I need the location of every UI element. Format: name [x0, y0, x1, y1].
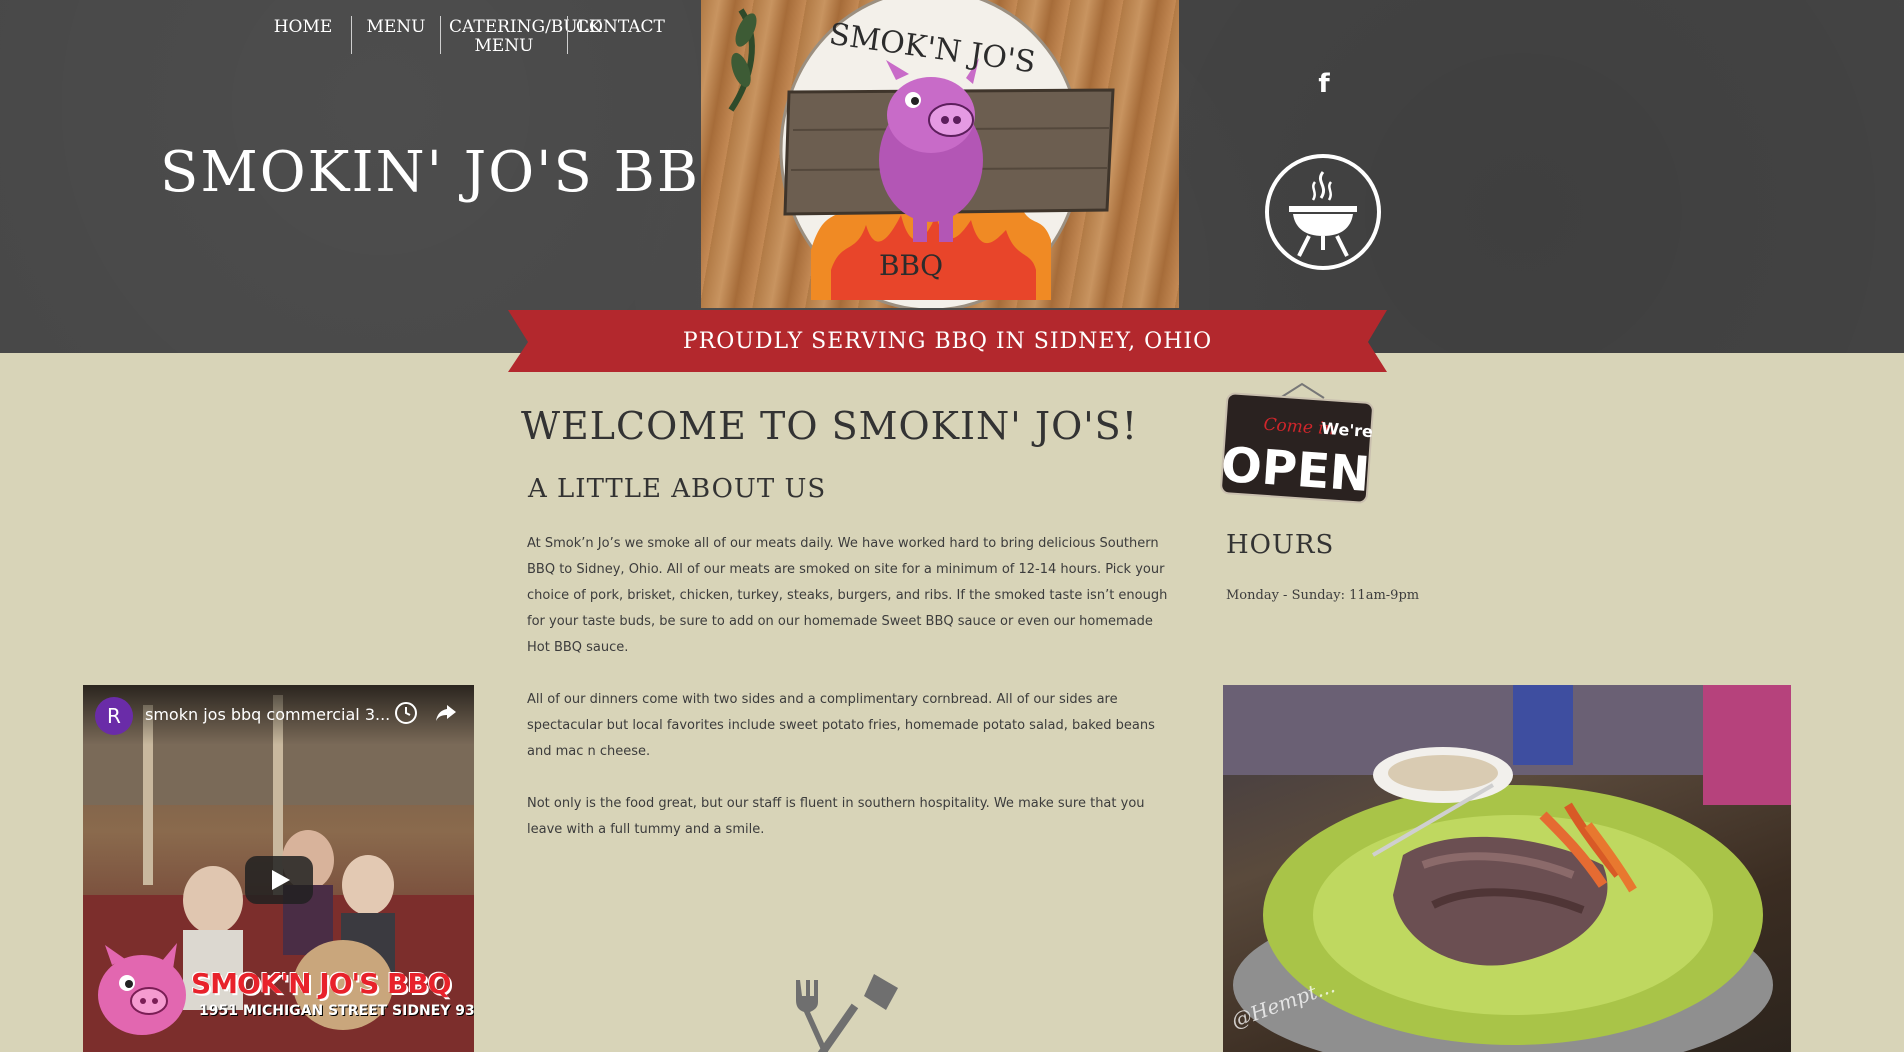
svg-text:OPEN: OPEN	[1220, 437, 1372, 503]
hours-heading: HOURS	[1226, 530, 1335, 560]
site-header: HOME MENU CATERING/BULK MENU CONTACT SMO…	[0, 0, 1904, 353]
nav-home[interactable]: HOME	[255, 16, 351, 54]
about-heading: A LITTLE ABOUT US	[528, 474, 827, 504]
about-paragraph: All of our dinners come with two sides a…	[527, 692, 1155, 759]
utensils-icon	[796, 974, 898, 1052]
nav-contact[interactable]: CONTACT	[568, 16, 670, 54]
about-paragraph: At Smok’n Jo’s we smoke all of our meats…	[527, 536, 1168, 655]
about-paragraph: Not only is the food great, but our staf…	[527, 796, 1145, 837]
banner-text: PROUDLY SERVING BBQ IN SIDNEY, OHIO	[682, 329, 1213, 354]
nav-menu[interactable]: MENU	[352, 16, 440, 54]
video-title[interactable]: smokn jos bbq commercial 3...	[145, 705, 390, 724]
grill-logo-icon	[1265, 154, 1381, 270]
video-player[interactable]: R smokn jos bbq commercial 3... SMOK'N J…	[83, 685, 474, 1052]
channel-avatar[interactable]: R	[95, 697, 133, 735]
svg-text:BBQ: BBQ	[879, 249, 943, 282]
open-sign-image: Come in We're OPEN	[1220, 382, 1374, 504]
video-brand-text: SMOK'N JO'S BBQ	[191, 967, 451, 1000]
nav-catering-bulk-menu[interactable]: CATERING/BULK MENU	[441, 16, 602, 58]
site-title: SMOKIN' JO'S BBQ	[160, 140, 748, 205]
hours-text: Monday - Sunday: 11am-9pm	[1226, 588, 1420, 603]
restaurant-sign-photo: SMOK'N JO'S BBQ	[701, 0, 1179, 308]
share-icon[interactable]	[433, 700, 459, 726]
play-icon[interactable]	[245, 856, 313, 904]
svg-text:We're: We're	[1321, 419, 1374, 442]
pig-mascot-icon	[98, 943, 186, 1035]
welcome-heading: WELCOME TO SMOKIN' JO'S!	[521, 404, 1138, 448]
facebook-icon[interactable]: f	[1314, 68, 1334, 100]
video-address-text: 1951 MICHIGAN STREET SIDNEY 937.710.4076	[199, 1003, 474, 1019]
about-body: At Smok’n Jo’s we smoke all of our meats…	[527, 531, 1177, 869]
watch-later-icon[interactable]	[393, 700, 419, 726]
restaurant-sign-illustration: SMOK'N JO'S BBQ	[728, 0, 1115, 308]
main-nav: HOME MENU CATERING/BULK MENU CONTACT	[255, 16, 670, 58]
food-photo: @Hempt...	[1223, 685, 1791, 1052]
